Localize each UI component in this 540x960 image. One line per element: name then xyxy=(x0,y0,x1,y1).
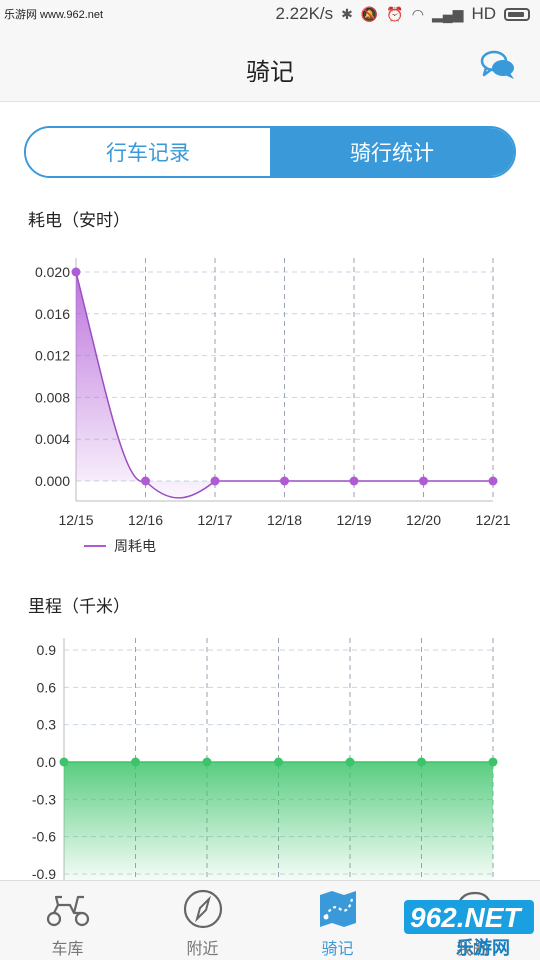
y-tick-label: 0.3 xyxy=(37,717,57,733)
nav-nearby[interactable]: 附近 xyxy=(135,881,270,960)
alarm-icon: ⏰ xyxy=(386,5,404,22)
data-point xyxy=(210,476,220,486)
bluetooth-icon: ✱ xyxy=(341,5,353,22)
signal-icon: ▂▄▆ xyxy=(431,5,464,22)
network-speed: 2.22K/s xyxy=(275,4,334,23)
record-tabs: 行车记录 骑行统计 xyxy=(24,126,516,178)
energy-chart-title: 耗电（安时） xyxy=(28,211,130,230)
data-point xyxy=(417,757,426,767)
series-area xyxy=(64,762,493,880)
data-point xyxy=(274,757,283,767)
y-tick-label: 0.0 xyxy=(37,754,57,770)
y-tick-label: 0.016 xyxy=(35,306,70,322)
y-tick-label: 0.008 xyxy=(35,389,70,405)
energy-chart: 0.020 0.016 0.012 0.008 0.004 0.000 12/15 12/16… xyxy=(35,258,511,554)
y-tick-label: 0.012 xyxy=(35,348,70,364)
x-tick-label: 12/20 xyxy=(406,512,441,528)
x-tick-label: 12/15 xyxy=(58,512,93,528)
y-tick-label: 0.000 xyxy=(35,473,70,489)
y-tick-label: -0.9 xyxy=(32,866,56,880)
app-header: 骑记 xyxy=(0,30,540,102)
data-point xyxy=(141,476,150,486)
y-tick-label: -0.6 xyxy=(32,829,56,845)
nav-ride-log-label: 骑记 xyxy=(321,941,354,958)
mileage-chart-title: 里程（千米） xyxy=(28,597,130,616)
data-point xyxy=(349,476,359,486)
compass-icon xyxy=(183,889,222,929)
chat-bubbles-icon[interactable] xyxy=(480,48,516,82)
mute-icon: 🔕 xyxy=(360,5,379,22)
watermark-brand: 962.NET xyxy=(410,902,521,933)
legend-label: 周耗电 xyxy=(114,538,156,554)
network-type: HD xyxy=(471,4,496,23)
data-point xyxy=(280,476,289,486)
x-tick-label: 12/16 xyxy=(128,512,163,528)
data-point xyxy=(345,757,355,767)
y-tick-label: 0.6 xyxy=(37,679,57,695)
data-point xyxy=(202,757,212,767)
nav-nearby-label: 附近 xyxy=(186,941,219,958)
status-bar: 乐游网 www.962.net 2.22K/s ✱ 🔕 ⏰ ◠ ▂▄▆ HD xyxy=(0,0,540,30)
tab-ride-statistics[interactable]: 骑行统计 xyxy=(270,128,514,176)
x-tick-label: 12/21 xyxy=(475,512,510,528)
tab-ride-records[interactable]: 行车记录 xyxy=(26,128,270,176)
battery-icon xyxy=(504,7,530,21)
x-tick-label: 12/19 xyxy=(336,512,371,528)
mileage-chart: 0.9 0.6 0.3 0.0 -0.3 -0.6 -0.9 xyxy=(32,638,498,880)
x-tick-label: 12/17 xyxy=(197,512,232,528)
x-tick-label: 12/18 xyxy=(267,512,302,528)
y-tick-label: 0.9 xyxy=(37,642,57,658)
wifi-icon: ◠ xyxy=(411,5,424,22)
data-point xyxy=(131,757,140,767)
data-point xyxy=(488,757,498,767)
status-watermark: 乐游网 www.962.net xyxy=(4,9,104,21)
y-tick-label: 0.020 xyxy=(35,264,70,280)
scooter-icon xyxy=(46,895,89,927)
watermark-logo: 962.NET 乐游网 xyxy=(404,900,534,958)
map-route-icon xyxy=(319,891,356,927)
nav-garage-label: 车库 xyxy=(51,941,84,958)
nav-garage[interactable]: 车库 xyxy=(0,881,135,960)
status-right: 2.22K/s ✱ 🔕 ⏰ ◠ ▂▄▆ HD xyxy=(275,4,530,24)
nav-ride-log[interactable]: 骑记 xyxy=(270,881,405,960)
data-point xyxy=(488,476,498,486)
y-tick-label: 0.004 xyxy=(35,431,70,447)
data-point xyxy=(71,267,81,277)
data-point xyxy=(59,757,69,767)
watermark-text: 乐游网 xyxy=(456,938,510,958)
data-point xyxy=(419,476,428,486)
page-title: 骑记 xyxy=(246,59,294,86)
y-tick-label: -0.3 xyxy=(32,791,56,807)
